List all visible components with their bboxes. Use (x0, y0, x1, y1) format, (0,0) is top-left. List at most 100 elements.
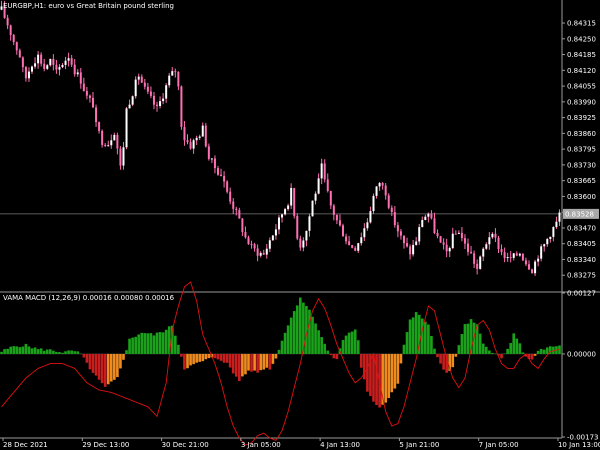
macd-histogram-bar (238, 353, 241, 381)
price-tick-label: 0.83340 (567, 256, 596, 264)
candle-body (485, 244, 488, 249)
candle-body (467, 243, 470, 252)
macd-histogram-bar (9, 346, 12, 354)
macd-histogram-bar (506, 348, 509, 354)
macd-histogram-bar (143, 333, 147, 354)
candle-body (488, 237, 491, 245)
macd-histogram-bar (33, 347, 37, 354)
candle-body (326, 179, 329, 191)
macd-histogram-bar (460, 334, 464, 354)
candle-body (399, 231, 402, 236)
macd-histogram-bar (186, 353, 189, 369)
macd-histogram-bar (161, 332, 165, 354)
macd-histogram-bar (234, 353, 238, 377)
candle-body (101, 130, 104, 145)
macd-histogram-bar (286, 325, 290, 354)
candle-body (299, 238, 302, 248)
macd-histogram-bar (119, 353, 122, 369)
macd-histogram-bar (103, 353, 107, 387)
macd-histogram-bar (55, 351, 58, 354)
macd-histogram-bar (353, 329, 357, 354)
macd-histogram-bar (295, 305, 299, 354)
macd-histogram-bar (430, 335, 433, 354)
macd-histogram-bar (384, 353, 388, 403)
macd-histogram-bar (411, 317, 415, 354)
candle-body (15, 42, 18, 51)
price-tick-label: 0.83730 (567, 161, 596, 169)
candle-body (470, 251, 473, 254)
candle-body (259, 252, 262, 256)
macd-histogram-bar (396, 353, 400, 384)
macd-histogram-bar (15, 346, 19, 354)
macd-histogram-bar (329, 353, 333, 356)
macd-histogram-bar (180, 353, 183, 357)
candle-body (476, 263, 479, 269)
macd-histogram-bar (24, 343, 28, 354)
macd-histogram-bar (356, 340, 360, 354)
candle-body (451, 233, 454, 249)
macd-histogram-bar (271, 353, 275, 364)
price-chart-title: EURGBP,H1: euro vs Great Britain pound s… (3, 2, 174, 10)
price-tick-label: 0.83990 (567, 98, 596, 106)
candle-body (146, 86, 149, 92)
macd-histogram-bar (173, 335, 177, 354)
candle-body (345, 236, 348, 242)
macd-histogram-bar (311, 316, 314, 354)
macd-histogram-bar (52, 350, 55, 354)
candle-body (308, 216, 311, 231)
candle-body (180, 86, 183, 127)
macd-chart-title: VAMA MACD (12,26,9) 0.00016 0.00080 0.00… (3, 294, 175, 302)
macd-histogram-bar (542, 349, 546, 354)
macd-histogram-bar (82, 353, 86, 358)
candle-body (524, 260, 527, 265)
macd-histogram-bar (155, 332, 159, 354)
macd-histogram-bar (183, 353, 186, 370)
macd-histogram-bar (436, 353, 439, 358)
candle-body (311, 200, 314, 217)
macd-histogram-bar (158, 332, 162, 354)
macd-histogram-bar (375, 353, 378, 406)
candle-body (216, 168, 219, 175)
macd-histogram-bar (268, 353, 272, 370)
price-tick-label: 0.83925 (567, 114, 596, 122)
macd-histogram-bar (372, 353, 375, 402)
candle-body (76, 72, 79, 75)
candle-body (323, 163, 326, 180)
candle-body (518, 253, 521, 256)
candle-body (284, 209, 287, 215)
macd-histogram-bar (332, 353, 336, 359)
macd-histogram-bar (530, 353, 534, 360)
macd-histogram-bar (366, 353, 369, 392)
macd-histogram-bar (545, 347, 549, 354)
candle-body (256, 248, 259, 256)
price-tick-label: 0.84315 (567, 20, 596, 28)
candle-body (122, 147, 125, 166)
candle-body (335, 214, 338, 221)
candle-body (174, 71, 177, 73)
candle-body (152, 95, 155, 105)
macd-histogram-bar (408, 319, 412, 354)
candle-body (482, 248, 485, 257)
candle-body (555, 221, 558, 228)
macd-histogram-bar (42, 350, 46, 354)
macd-histogram-bar (244, 353, 247, 375)
candle-body (244, 232, 247, 238)
candle-body (223, 175, 226, 182)
macd-histogram-bar (125, 350, 128, 354)
candle-body (360, 237, 363, 244)
candle-body (247, 237, 250, 245)
candle-body (454, 233, 457, 235)
macd-histogram-bar (500, 353, 503, 359)
candle-body (12, 35, 15, 43)
candle-body (49, 58, 52, 66)
macd-histogram-bar (177, 344, 180, 354)
candle-body (277, 217, 280, 230)
macd-histogram-bar (265, 353, 269, 368)
candle-body (18, 50, 21, 58)
macd-histogram-bar (106, 353, 110, 385)
candle-body (558, 212, 561, 222)
candle-body (290, 187, 293, 206)
candle-body (287, 205, 290, 210)
macd-histogram-bar (109, 353, 113, 382)
candle-body (232, 201, 235, 209)
